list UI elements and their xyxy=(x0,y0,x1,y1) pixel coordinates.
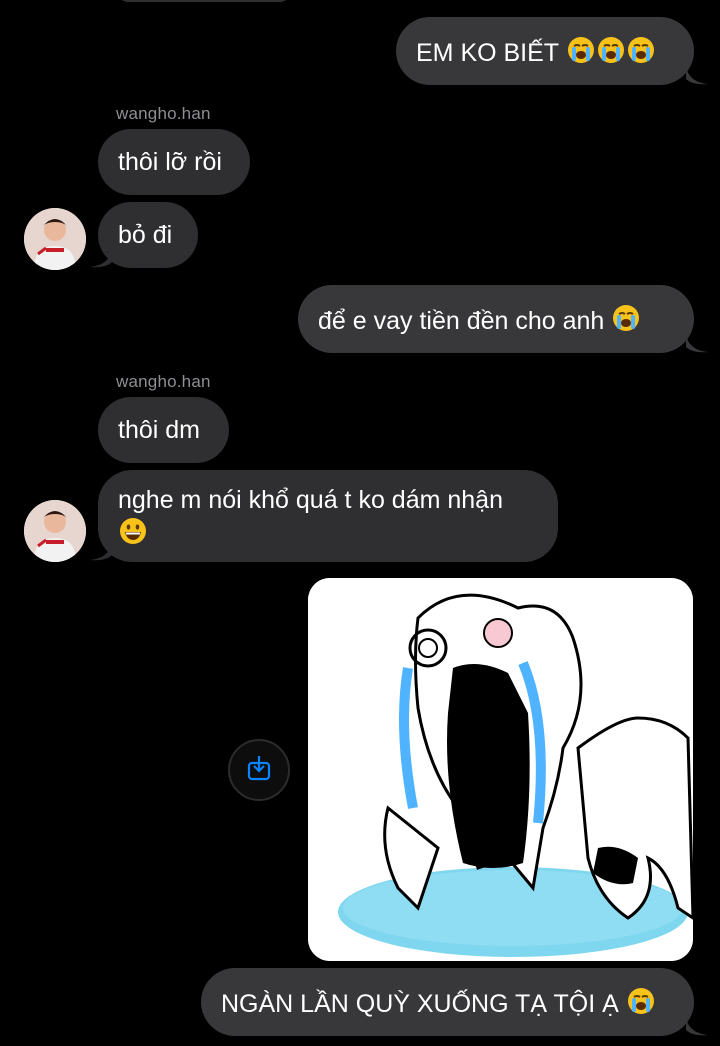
message-text: thôi lỡ rồi xyxy=(118,148,222,176)
message-text: bỏ đi xyxy=(118,221,173,249)
bubble-tail-outgoing xyxy=(686,67,708,85)
message-text: EM KO BIẾT xyxy=(416,39,559,67)
crying-face-icon xyxy=(626,986,656,1024)
message-bubble-outgoing[interactable]: NGÀN LẦN QUỲ XUỐNG TẠ TỘI Ạ xyxy=(201,968,694,1036)
message-text: để e vay tiền đền cho anh xyxy=(318,307,605,335)
top-partial-bubble xyxy=(118,0,290,2)
share-button[interactable] xyxy=(228,739,290,801)
message-bubble-incoming[interactable]: bỏ đi xyxy=(98,202,198,268)
message-text: nghe m nói khổ quá t ko dám nhận xyxy=(118,486,503,514)
message-bubble-incoming[interactable]: thôi dm xyxy=(98,397,229,463)
crying-face-icon xyxy=(626,35,656,73)
bubble-tail-outgoing xyxy=(686,1018,708,1036)
grinning-face-icon xyxy=(118,516,148,554)
bubble-tail-outgoing xyxy=(686,335,708,353)
crying-face-icon xyxy=(566,35,596,73)
sender-name: wangho.han xyxy=(116,372,211,391)
share-icon xyxy=(244,753,274,788)
sender-name: wangho.han xyxy=(116,104,211,123)
image-message[interactable] xyxy=(308,578,693,961)
message-bubble-incoming[interactable]: thôi lỡ rồi xyxy=(98,129,250,195)
message-bubble-outgoing[interactable]: để e vay tiền đền cho anh xyxy=(298,285,694,353)
message-text: NGÀN LẦN QUỲ XUỐNG TẠ TỘI Ạ xyxy=(221,990,619,1018)
crying-face-icon xyxy=(596,35,626,73)
message-bubble-outgoing[interactable]: EM KO BIẾT xyxy=(396,17,694,85)
message-text: thôi dm xyxy=(118,416,200,444)
bubble-tail-incoming xyxy=(90,250,112,268)
message-bubble-incoming[interactable]: nghe m nói khổ quá t ko dám nhận xyxy=(98,470,558,562)
meme-image xyxy=(308,578,693,961)
avatar[interactable] xyxy=(24,208,86,270)
crying-face-icon xyxy=(611,303,641,341)
bubble-tail-incoming xyxy=(90,543,112,561)
avatar[interactable] xyxy=(24,500,86,562)
